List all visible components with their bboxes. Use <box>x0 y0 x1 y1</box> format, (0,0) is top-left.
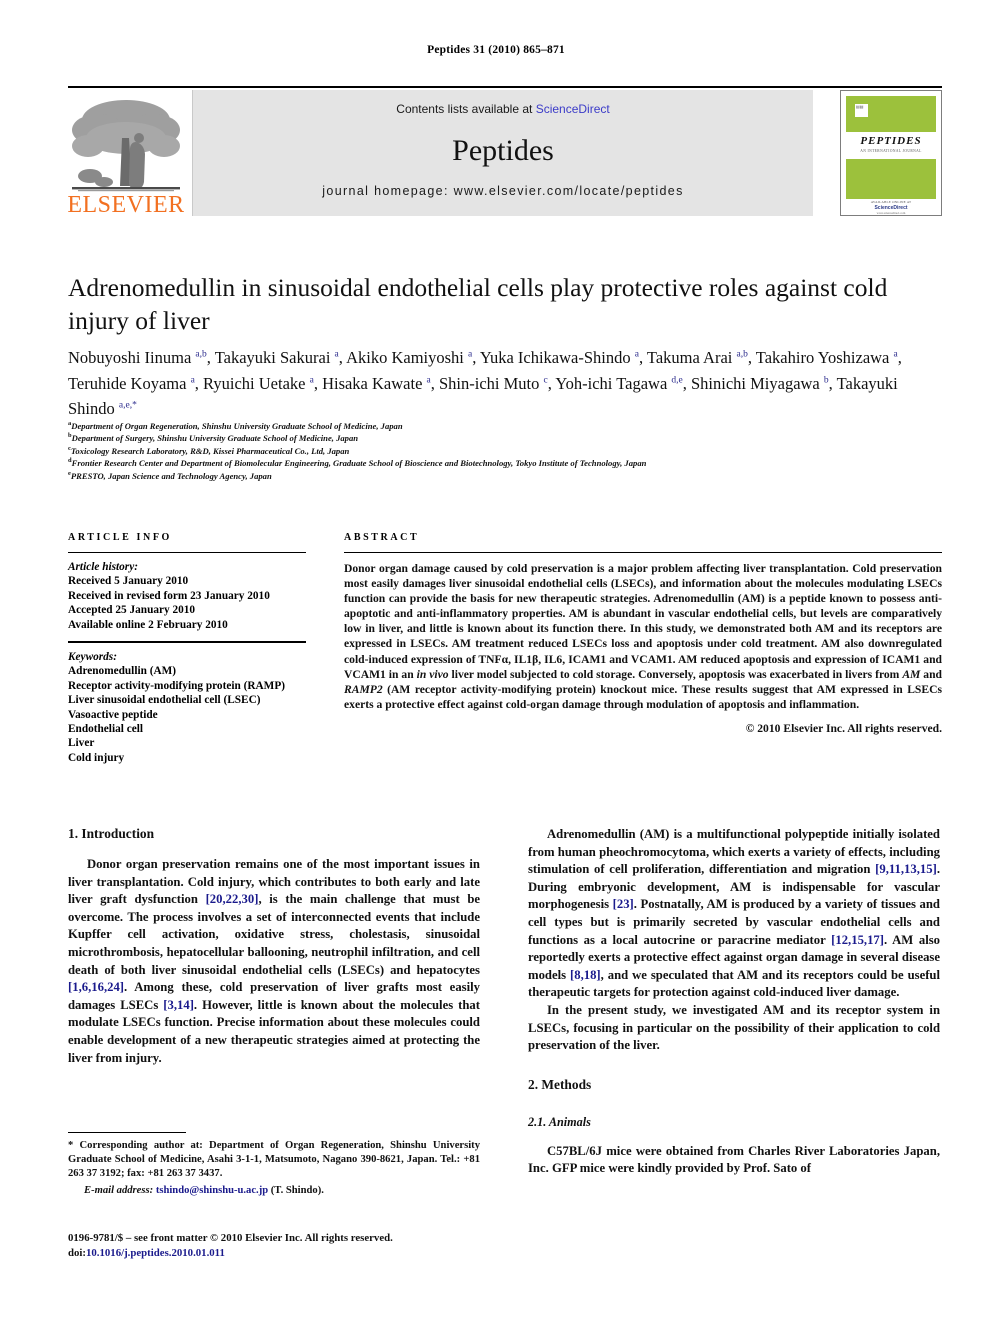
journal-header: ELSEVIER Contents lists available at Sci… <box>68 90 942 216</box>
history-item: Received 5 January 2010 <box>68 575 189 588</box>
article-history-label: Article history: <box>68 561 138 573</box>
intro-paragraph-1: Donor organ preservation remains one of … <box>68 857 481 1065</box>
keyword-item: Receptor activity-modifying protein (RAM… <box>68 679 286 692</box>
affiliation-item: dFrontier Research Center and Department… <box>68 457 948 469</box>
header-divider <box>68 86 942 88</box>
journal-cover-thumbnail[interactable]: ▤▤ PEPTIDES AN INTERNATIONAL JOURNAL AVA… <box>840 90 942 216</box>
affiliation-text: PRESTO, Japan Science and Technology Age… <box>70 470 272 481</box>
article-page: Peptides 31 (2010) 865–871 ELSEVIER Cont… <box>0 0 992 1323</box>
svg-text:ELSEVIER: ELSEVIER <box>68 192 184 216</box>
doi-link[interactable]: 10.1016/j.peptides.2010.01.011 <box>86 1247 225 1259</box>
elsevier-tree-icon: ELSEVIER <box>68 100 184 216</box>
keyword-item: Endothelial cell <box>68 723 144 736</box>
affiliation-text: Toxicology Research Laboratory, R&D, Kis… <box>70 445 350 456</box>
keywords-block: Keywords: Adrenomedullin (AM) Receptor a… <box>68 650 306 765</box>
keyword-item: Liver <box>68 737 95 750</box>
keyword-item: Vasoactive peptide <box>68 708 158 721</box>
intro-paragraph-3: In the present study, we investigated AM… <box>528 1002 940 1053</box>
keyword-item: Adrenomedullin (AM) <box>68 665 177 678</box>
article-history: Article history: Received 5 January 2010… <box>68 560 306 632</box>
cover-top-band: ▤▤ <box>846 96 936 132</box>
history-item: Available online 2 February 2010 <box>68 618 228 631</box>
issn-line: 0196-9781/$ – see front matter © 2010 El… <box>68 1232 393 1244</box>
keyword-item: Liver sinusoidal endothelial cell (LSEC) <box>68 694 261 707</box>
affiliation-text: Department of Organ Regeneration, Shinsh… <box>71 421 403 431</box>
abstract-heading: ABSTRACT <box>344 532 420 543</box>
journal-title: Peptides <box>452 134 554 167</box>
article-info-divider <box>68 552 306 553</box>
author-list: Nobuyoshi Iinuma a,b, Takayuki Sakurai a… <box>68 348 902 418</box>
cover-middle-band <box>846 159 936 199</box>
cover-url: www.sciencedirect.com <box>876 211 906 215</box>
affiliation-list: aDepartment of Organ Regeneration, Shins… <box>68 420 948 482</box>
keyword-item: Cold injury <box>68 751 125 764</box>
corresponding-author-footnote: * Corresponding author at: Department of… <box>68 1132 480 1198</box>
section-heading-methods: 2. Methods <box>528 1076 592 1092</box>
sciencedirect-link[interactable]: ScienceDirect <box>536 102 610 116</box>
email-label: E-mail address: <box>84 1184 154 1196</box>
footnote-divider <box>68 1132 186 1133</box>
journal-homepage-link[interactable]: journal homepage: www.elsevier.com/locat… <box>193 184 813 198</box>
abstract-copyright: © 2010 Elsevier Inc. All rights reserved… <box>745 721 942 735</box>
keywords-label: Keywords: <box>68 651 117 664</box>
history-item: Accepted 25 January 2010 <box>68 604 196 617</box>
section-heading-introduction: 1. Introduction <box>68 826 155 841</box>
affiliation-item: ePRESTO, Japan Science and Technology Ag… <box>68 470 948 482</box>
body-column-left: 1. Introduction Donor organ preservation… <box>68 826 480 1067</box>
cover-footer-note: AVAILABLE ONLINE AT <box>870 200 912 204</box>
contents-line: Contents lists available at ScienceDirec… <box>193 102 813 116</box>
cover-logo-icon: ▤▤ <box>855 104 868 117</box>
issn-doi-block: 0196-9781/$ – see front matter © 2010 El… <box>68 1231 528 1260</box>
contents-prefix: Contents lists available at <box>396 102 536 116</box>
affiliation-item: bDepartment of Surgery, Shinshu Universi… <box>68 432 948 444</box>
abstract-text: Donor organ damage caused by cold preser… <box>344 562 943 711</box>
footnote-email-line: E-mail address: tshindo@shinshu-u.ac.jp … <box>68 1184 480 1198</box>
intro-paragraph-2: Adrenomedullin (AM) is a multifunctional… <box>528 827 941 1000</box>
journal-banner: Contents lists available at ScienceDirec… <box>192 90 813 216</box>
email-link[interactable]: tshindo@shinshu-u.ac.jp <box>156 1185 268 1196</box>
doi-line: doi:10.1016/j.peptides.2010.01.011 <box>68 1246 528 1261</box>
abstract-section: ABSTRACT Donor organ damage caused by co… <box>344 532 942 735</box>
running-head: Peptides 31 (2010) 865–871 <box>427 44 565 56</box>
affiliation-text: Frontier Research Center and Department … <box>71 458 647 469</box>
affiliation-item: cToxicology Research Laboratory, R&D, Ki… <box>68 445 948 457</box>
cover-subtitle: AN INTERNATIONAL JOURNAL <box>860 149 922 153</box>
cover-journal-name: PEPTIDES <box>860 135 922 147</box>
affiliation-text: Department of Surgery, Shinshu Universit… <box>71 433 359 444</box>
elsevier-logo[interactable]: ELSEVIER <box>68 90 184 216</box>
footnote-text: * Corresponding author at: Department of… <box>68 1140 480 1180</box>
abstract-divider <box>344 552 942 553</box>
page-title: Adrenomedullin in sinusoidal endothelial… <box>68 273 888 335</box>
article-info-section: ARTICLE INFO Article history: Received 5… <box>68 532 306 765</box>
subsection-heading-animals: 2.1. Animals <box>528 1114 591 1129</box>
email-suffix: (T. Shindo). <box>270 1184 324 1196</box>
methods-paragraph-1: C57BL/6J mice were obtained from Charles… <box>528 1143 940 1176</box>
doi-label: doi: <box>68 1246 86 1259</box>
history-item: Received in revised form 23 January 2010 <box>68 589 270 602</box>
affiliation-item: aDepartment of Organ Regeneration, Shins… <box>68 420 948 432</box>
article-info-heading: ARTICLE INFO <box>68 532 172 543</box>
keywords-divider <box>68 641 306 644</box>
body-column-right: Adrenomedullin (AM) is a multifunctional… <box>528 826 940 1178</box>
